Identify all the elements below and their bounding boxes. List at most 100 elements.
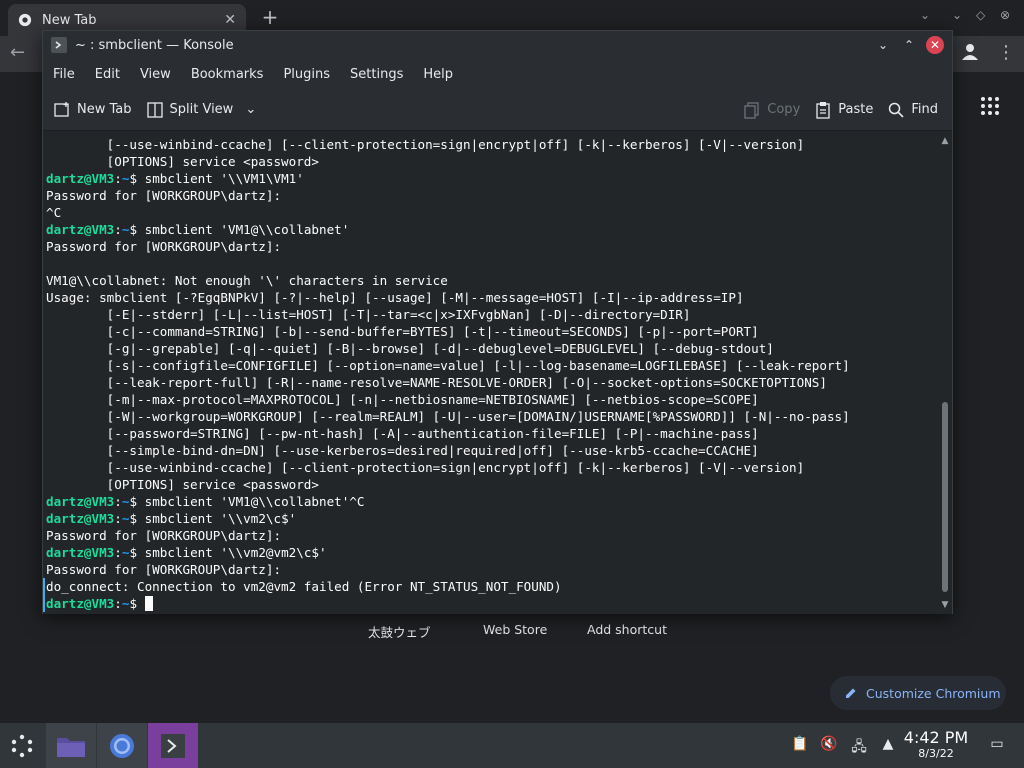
prompt-end: $ <box>129 511 145 526</box>
clock-time: 4:42 PM <box>903 728 969 747</box>
menu-plugins[interactable]: Plugins <box>283 67 330 82</box>
taskbar-konsole[interactable] <box>148 723 198 768</box>
chromium-icon <box>18 13 32 27</box>
profile-icon[interactable] <box>960 42 980 62</box>
menubar: File Edit View Bookmarks Plugins Setting… <box>43 59 952 89</box>
terminal-command-line: dartz@VM3:~$ smbclient '\\vm2\c$' <box>43 510 940 527</box>
prompt-user: dartz@VM3 <box>46 511 115 526</box>
terminal-output-line: [-c|--command=STRING] [-b|--send-buffer=… <box>46 324 759 339</box>
show-desktop-icon[interactable]: ▭ <box>988 736 1006 754</box>
terminal-output-line: [OPTIONS] service <password> <box>46 477 319 492</box>
copy-icon <box>744 101 759 119</box>
minimize-icon[interactable]: ⌄ <box>952 8 962 22</box>
prompt-end: $ <box>129 545 145 560</box>
close-icon[interactable]: ✕ <box>926 36 944 54</box>
chevron-down-icon[interactable]: ⌄ <box>245 102 256 117</box>
terminal-output-line: [OPTIONS] service <password> <box>46 154 319 169</box>
customize-label: Customize Chromium <box>866 685 1001 701</box>
terminal-output-line: [-W|--workgroup=WORKGROUP] [--realm=REAL… <box>46 409 850 424</box>
scroll-down-icon[interactable]: ▼ <box>940 600 950 610</box>
prompt-separator: : <box>114 545 122 560</box>
taskbar-chromium[interactable] <box>97 723 147 768</box>
close-icon[interactable]: ⊗ <box>1000 8 1010 22</box>
prompt-end: $ <box>129 494 145 509</box>
command-text: smbclient '\\vm2\c$' <box>144 511 297 526</box>
find-label: Find <box>911 102 938 117</box>
prompt-user: dartz@VM3 <box>46 171 115 186</box>
tray-expand-icon[interactable]: ▲ <box>879 736 897 754</box>
terminal-output-line: [--use-winbind-ccache] [--client-protect… <box>46 137 805 152</box>
tab-search-icon[interactable]: ⌄ <box>920 8 930 22</box>
clipboard-icon[interactable]: 📋 <box>791 736 809 754</box>
terminal-command-line: dartz@VM3:~$ <box>43 595 940 612</box>
back-arrow-icon[interactable]: ← <box>10 42 25 63</box>
network-icon[interactable]: 🖧 <box>850 736 868 755</box>
menu-settings[interactable]: Settings <box>350 67 403 82</box>
terminal-command-line: dartz@VM3:~$ smbclient 'VM1@\\collabnet'… <box>43 493 940 510</box>
shortcut-add[interactable]: Add shortcut <box>587 622 667 637</box>
menu-bookmarks[interactable]: Bookmarks <box>191 67 264 82</box>
terminal-output-line: Password for [WORKGROUP\dartz]: <box>46 562 282 577</box>
terminal-command-line: dartz@VM3:~$ smbclient 'VM1@\\collabnet' <box>43 221 940 238</box>
maximize-icon[interactable]: ◇ <box>976 8 985 22</box>
konsole-toolbar: New Tab Split View ⌄ Copy Paste Find <box>43 89 952 131</box>
shortcut-taiko-web[interactable]: 太鼓ウェブ <box>368 622 431 641</box>
prompt-separator: : <box>114 494 122 509</box>
search-icon <box>889 102 904 118</box>
prompt-end: $ <box>129 596 145 611</box>
terminal-command-line: dartz@VM3:~$ smbclient '\\vm2@vm2\c$' <box>43 544 940 561</box>
tab-title: New Tab <box>42 12 97 28</box>
taskbar-files[interactable] <box>46 723 96 768</box>
launcher-icon <box>11 734 33 757</box>
menu-view[interactable]: View <box>140 67 171 82</box>
terminal-icon <box>161 733 185 758</box>
copy-label: Copy <box>767 102 801 117</box>
terminal-output-line: [--password=STRING] [--pw-nt-hash] [-A|-… <box>46 426 759 441</box>
scroll-thumb[interactable] <box>942 402 948 592</box>
split-view-icon <box>146 101 163 118</box>
find-button[interactable]: Find <box>887 101 938 119</box>
menu-file[interactable]: File <box>53 67 75 82</box>
terminal-output-line: ^C <box>46 205 62 220</box>
command-text: smbclient 'VM1@\\collabnet'^C <box>144 494 365 509</box>
maximize-icon[interactable]: ⌃ <box>900 36 918 54</box>
command-text: smbclient 'VM1@\\collabnet' <box>144 222 350 237</box>
konsole-window: ~ : smbclient — Konsole ⌄ ⌃ ✕ File Edit … <box>42 30 953 614</box>
terminal-output-line: Password for [WORKGROUP\dartz]: <box>46 239 282 254</box>
prompt-separator: : <box>114 511 122 526</box>
apps-grid-icon[interactable] <box>980 96 1000 116</box>
new-tab-button[interactable]: + <box>258 6 282 30</box>
folder-icon <box>57 737 85 757</box>
copy-button[interactable]: Copy <box>743 101 800 119</box>
shortcut-web-store[interactable]: Web Store <box>483 622 547 637</box>
prompt-end: $ <box>129 222 145 237</box>
new-tab-button[interactable]: New Tab <box>53 101 132 119</box>
prompt-user: dartz@VM3 <box>46 222 115 237</box>
clock[interactable]: 4:42 PM 8/3/22 <box>900 728 972 760</box>
paste-button[interactable]: Paste <box>814 101 873 119</box>
terminal-command-line: dartz@VM3:~$ smbclient '\\VM1\VM1' <box>43 170 940 187</box>
menu-edit[interactable]: Edit <box>95 67 120 82</box>
terminal-output[interactable]: [--use-winbind-ccache] [--client-protect… <box>43 132 940 614</box>
terminal-scrollbar[interactable]: ▲ ▼ <box>938 132 952 614</box>
application-launcher[interactable] <box>4 723 40 768</box>
terminal-output-line: VM1@\\collabnet: Not enough '\' characte… <box>46 273 448 288</box>
konsole-titlebar[interactable]: ~ : smbclient — Konsole ⌄ ⌃ ✕ <box>43 31 952 59</box>
paste-icon <box>816 101 830 119</box>
chromium-icon <box>110 733 134 758</box>
customize-chromium-button[interactable]: Customize Chromium <box>830 676 1006 710</box>
scroll-up-icon[interactable]: ▲ <box>940 136 950 146</box>
window-title: ~ : smbclient — Konsole <box>75 37 234 53</box>
tab-close-icon[interactable]: ✕ <box>224 12 236 28</box>
taskbar: 📋 🔇 🖧 ▲ 4:42 PM 8/3/22 ▭ <box>0 723 1024 768</box>
pencil-icon <box>846 688 856 698</box>
terminal-output-line: [-m|--max-protocol=MAXPROTOCOL] [-n|--ne… <box>46 392 759 407</box>
new-tab-label: New Tab <box>77 102 132 117</box>
konsole-app-icon[interactable] <box>51 37 67 53</box>
menu-help[interactable]: Help <box>423 67 453 82</box>
terminal-cursor <box>144 596 153 611</box>
volume-muted-icon[interactable]: 🔇 <box>820 736 838 754</box>
browser-menu-icon[interactable]: ⋮ <box>996 42 1016 63</box>
split-view-button[interactable]: Split View ⌄ <box>146 101 256 119</box>
minimize-icon[interactable]: ⌄ <box>874 36 892 54</box>
